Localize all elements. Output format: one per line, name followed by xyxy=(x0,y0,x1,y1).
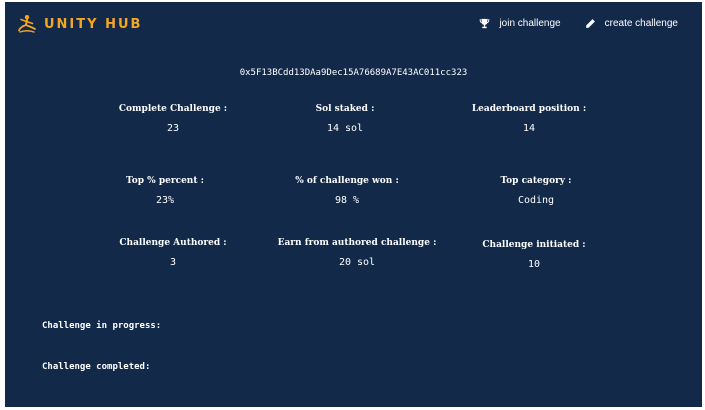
stat-sol-staked: Sol staked : 14 sol xyxy=(245,104,445,134)
stat-label: Leaderboard position : xyxy=(471,104,587,114)
stat-value: 98 % xyxy=(334,195,360,206)
stat-value: 23 xyxy=(166,123,180,134)
yoga-figure-icon xyxy=(17,14,37,34)
stat-label: Challenge Authored : xyxy=(119,238,227,248)
stat-label: Complete Challenge : xyxy=(118,104,228,114)
stat-label: Top % percent : xyxy=(126,176,204,186)
stat-value: 3 xyxy=(169,257,177,268)
stat-value: Coding xyxy=(517,195,555,206)
stat-top-category: Top category : Coding xyxy=(436,176,636,206)
create-challenge-label: create challenge xyxy=(604,18,678,29)
stat-top-percent: Top % percent : 23% xyxy=(65,176,265,206)
stat-complete-challenge: Complete Challenge : 23 xyxy=(73,104,273,134)
pencil-icon xyxy=(585,18,596,29)
challenge-in-progress-heading: Challenge in progress: xyxy=(42,321,162,331)
stat-value: 20 sol xyxy=(338,257,376,268)
top-nav: join challenge create challenge xyxy=(479,18,678,29)
stat-label: Challenge initiated : xyxy=(482,240,586,250)
wallet-address: 0x5F13BCdd13DAa9Dec15A76689A7E43AC011cc3… xyxy=(239,68,468,78)
stat-challenge-initiated: Challenge initiated : 10 xyxy=(434,240,634,270)
join-challenge-label: join challenge xyxy=(499,18,561,29)
stat-label: % of challenge won : xyxy=(295,176,399,186)
stat-value: 14 sol xyxy=(326,123,364,134)
app-window: UNITY HUB join challenge create challeng… xyxy=(5,2,702,407)
join-challenge-link[interactable]: join challenge xyxy=(479,18,561,29)
brand-logo[interactable]: UNITY HUB xyxy=(17,14,142,34)
trophy-icon xyxy=(479,18,490,29)
stat-challenge-won: % of challenge won : 98 % xyxy=(247,176,447,206)
brand-name: UNITY HUB xyxy=(44,16,143,32)
stat-value: 23% xyxy=(155,195,175,206)
stat-label: Top category : xyxy=(500,176,572,186)
challenge-completed-heading: Challenge completed: xyxy=(42,362,151,372)
create-challenge-link[interactable]: create challenge xyxy=(585,18,678,29)
stat-label: Earn from authored challenge : xyxy=(277,238,437,248)
stat-label: Sol staked : xyxy=(315,104,375,114)
stat-earn-authored: Earn from authored challenge : 20 sol xyxy=(257,238,457,268)
stat-value: 10 xyxy=(527,259,541,270)
stat-value: 14 xyxy=(522,123,536,134)
stat-challenge-authored: Challenge Authored : 3 xyxy=(73,238,273,268)
stat-leaderboard-position: Leaderboard position : 14 xyxy=(429,104,629,134)
